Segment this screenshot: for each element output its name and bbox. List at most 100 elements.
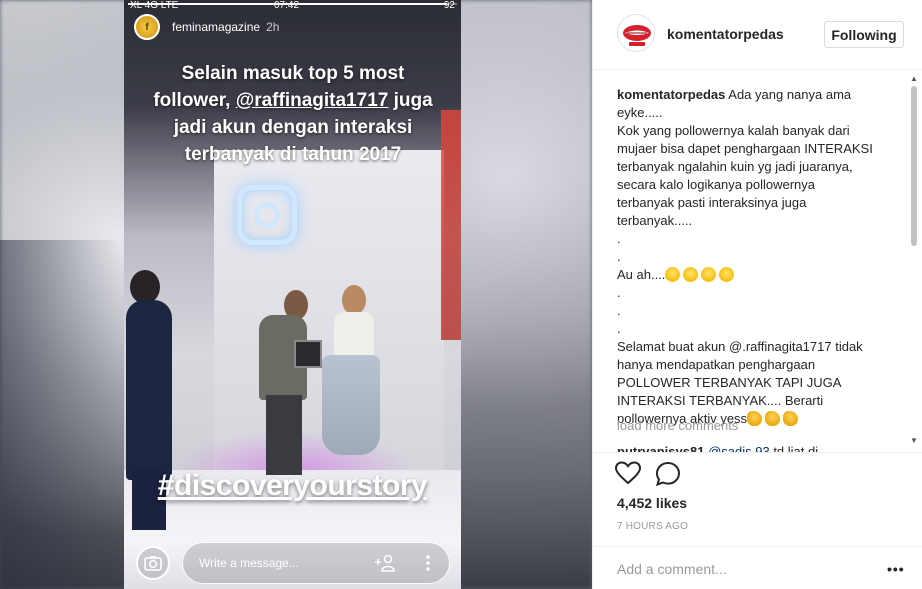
host-figure	[126, 300, 172, 480]
account-avatar[interactable]	[617, 14, 655, 52]
man-legs	[266, 395, 302, 475]
blurred-backdrop-shadow	[0, 240, 120, 589]
woman-head	[342, 285, 366, 315]
message-box	[182, 542, 450, 584]
comment-line: .	[617, 320, 907, 338]
clock-label: 07:42	[274, 0, 300, 11]
comment-text: terbanyak pasti interaksinya juga	[617, 195, 807, 210]
like-button[interactable]	[614, 461, 643, 489]
camera-icon	[144, 556, 162, 571]
laughing-emoji-icon	[719, 267, 735, 282]
comment-text: mujaer bisa dapet penghargaan INTERAKSI	[617, 141, 873, 156]
award-plaque	[294, 340, 322, 368]
account-name[interactable]: komentatorpedas	[667, 26, 784, 42]
comment-text: .	[617, 231, 621, 246]
story-avatar[interactable]: f	[134, 14, 160, 40]
message-input[interactable]	[199, 543, 359, 583]
comment-line: terbanyak.....	[617, 212, 907, 230]
comment-username[interactable]: komentatorpedas	[617, 87, 725, 102]
comment-text: .	[617, 321, 621, 336]
add-comment-input[interactable]	[617, 557, 867, 581]
comment-line: POLLOWER TERBANYAK TAPI JUGA	[617, 374, 907, 392]
scroll-up-arrow[interactable]: ▲	[910, 74, 918, 83]
comment-line: Au ah....	[617, 266, 907, 284]
comment-text: terbanyak ngalahin kuin yg jadi juaranya…	[617, 159, 853, 174]
media-area: XL 4G LTE 07:42 92 f feminamagazine 2h S…	[0, 0, 592, 589]
lips-logo	[623, 25, 651, 46]
comment-text: Selamat buat akun @.raffinagita1717 tida…	[617, 339, 863, 354]
caption-text: juga	[388, 90, 433, 111]
scroll-thumb[interactable]	[911, 86, 917, 246]
clapping-emoji-icon	[747, 411, 763, 426]
comment-line: terbanyak ngalahin kuin yg jadi juaranya…	[617, 158, 907, 176]
comment-line: secara kalo logikanya pollowernya	[617, 176, 907, 194]
comment-line: .	[617, 302, 907, 320]
load-more-comments[interactable]: load more comments	[617, 418, 738, 433]
carrier-label: XL 4G LTE	[130, 0, 179, 11]
comment-line: terbanyak pasti interaksinya juga	[617, 194, 907, 212]
caption-line: follower, @raffinagita1717 juga	[138, 87, 448, 114]
comment-line: Kok yang pollowernya kalah banyak dari	[617, 122, 907, 140]
story-caption: Selain masuk top 5 most follower, @raffi…	[138, 60, 448, 168]
more-options-icon[interactable]: •••	[887, 561, 905, 577]
comment-text: .	[617, 285, 621, 300]
comment-text: Kok yang pollowernya kalah banyak dari	[617, 123, 850, 138]
comment-list: komentatorpedas Ada yang nanya ama eyke..…	[617, 86, 907, 448]
more-options-button[interactable]	[423, 553, 433, 573]
comment-line: komentatorpedas Ada yang nanya ama	[617, 86, 907, 104]
comment-button[interactable]	[655, 461, 683, 489]
comment-line: Selamat buat akun @.raffinagita1717 tida…	[617, 338, 907, 356]
comment-text: eyke.....	[617, 105, 663, 120]
action-bar	[593, 452, 922, 492]
post-header: komentatorpedas Following	[593, 0, 922, 70]
woman-figure	[334, 312, 374, 357]
add-comment-bar: •••	[593, 546, 922, 589]
add-user-icon	[375, 554, 395, 572]
story-age: 2h	[266, 20, 280, 34]
story-header: f feminamagazine 2h	[134, 14, 279, 40]
instagram-neon-logo	[237, 185, 297, 245]
comment-icon	[655, 461, 681, 487]
camera-button[interactable]	[136, 546, 170, 580]
comment-line: INTERAKSI TERBANYAK.... Berarti	[617, 392, 907, 410]
battery-label: 92	[443, 0, 455, 11]
comment-line: .	[617, 248, 907, 266]
comment-text: terbanyak.....	[617, 213, 693, 228]
woman-skirt	[322, 355, 380, 455]
heart-icon	[614, 461, 642, 485]
comment-text: Au ah....	[617, 267, 666, 282]
comment-line: hanya mendapatkan penghargaan	[617, 356, 907, 374]
story-username[interactable]: feminamagazine	[172, 20, 260, 34]
comment-line: .	[617, 284, 907, 302]
comment-text: .	[617, 303, 621, 318]
comment-text: INTERAKSI TERBANYAK.... Berarti	[617, 393, 824, 408]
comment-text: POLLOWER TERBANYAK TAPI JUGA	[617, 375, 842, 390]
comment-line: mujaer bisa dapet penghargaan INTERAKSI	[617, 140, 907, 158]
laughing-emoji-icon	[665, 267, 681, 282]
host-head	[130, 270, 160, 304]
likes-count[interactable]: 4,452 likes	[617, 495, 687, 511]
comment-text: hanya mendapatkan penghargaan	[617, 357, 816, 372]
comment-text: secara kalo logikanya pollowernya	[617, 177, 816, 192]
caption-line: jadi akun dengan interaksi	[173, 117, 413, 138]
following-button[interactable]: Following	[824, 21, 904, 48]
comment-line: .	[617, 230, 907, 248]
story-image[interactable]: XL 4G LTE 07:42 92 f feminamagazine 2h S…	[124, 0, 461, 589]
laughing-emoji-icon	[701, 267, 717, 282]
caption-text: follower,	[153, 90, 236, 111]
add-user-button[interactable]	[373, 553, 397, 573]
app-window: XL 4G LTE 07:42 92 f feminamagazine 2h S…	[0, 0, 922, 589]
post-timestamp: 7 HOURS AGO	[617, 521, 689, 532]
phone-status-bar: XL 4G LTE 07:42 92	[124, 0, 461, 12]
clapping-emoji-icon	[783, 411, 799, 426]
more-vertical-icon	[426, 555, 430, 571]
laughing-emoji-icon	[683, 267, 699, 282]
story-footer	[124, 538, 461, 589]
comment-text: .	[617, 249, 621, 264]
scroll-down-arrow[interactable]: ▼	[910, 436, 918, 445]
caption-mention[interactable]: @raffinagita1717	[236, 90, 389, 111]
comments-scrollbar[interactable]: ▲ ▼	[908, 74, 920, 450]
post-sidebar: komentatorpedas Following komentatorpeda…	[592, 0, 922, 589]
caption-line: terbanyak di tahun 2017	[184, 144, 402, 165]
story-hashtag[interactable]: #discoveryourstory	[124, 468, 461, 504]
